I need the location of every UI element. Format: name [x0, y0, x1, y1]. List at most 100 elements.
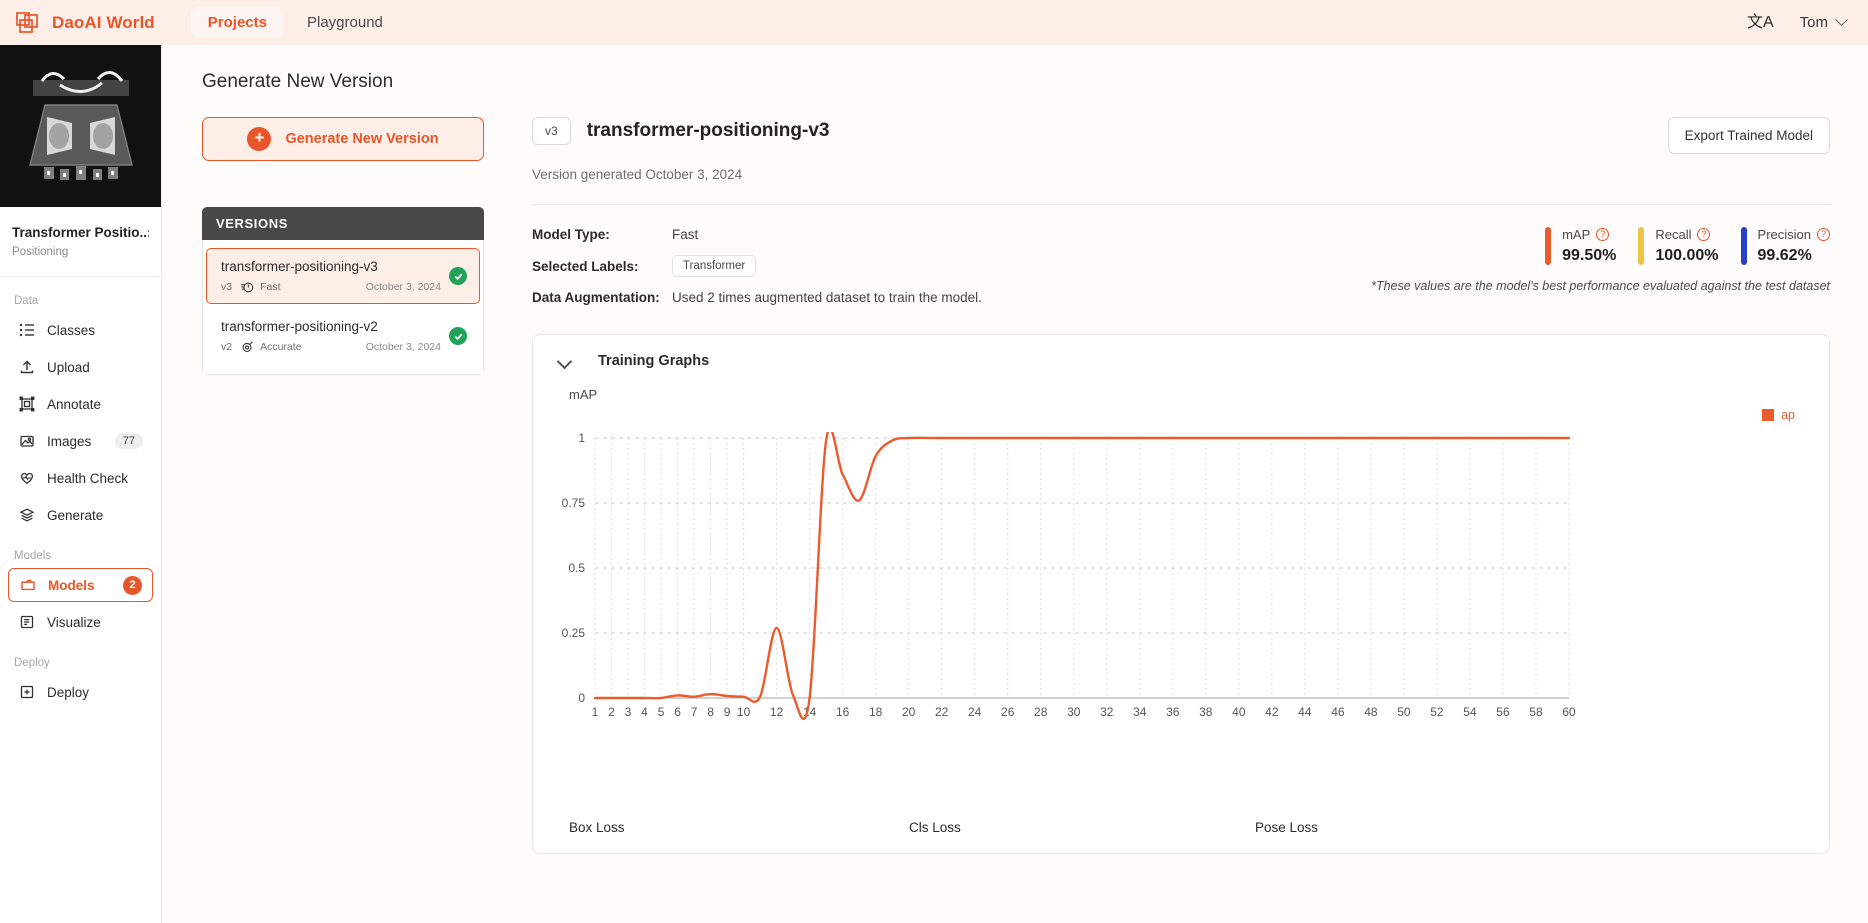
- metric-color-bar: [1740, 227, 1747, 265]
- cls-loss-label: Cls Loss: [909, 820, 961, 835]
- sidebar-item-label: Models: [48, 577, 95, 593]
- svg-text:26: 26: [1001, 705, 1015, 719]
- check-circle-icon: [449, 267, 467, 285]
- sidebar-item-label: Classes: [47, 322, 96, 338]
- svg-text:10: 10: [737, 705, 751, 719]
- box-loss-label: Box Loss: [569, 820, 625, 835]
- metric-label: Recall: [1655, 227, 1692, 242]
- info-key: Model Type:: [532, 227, 610, 242]
- help-circle-icon[interactable]: ?: [1596, 228, 1610, 241]
- brand-name: DaoAI World: [52, 12, 155, 32]
- sidebar-item-label: Generate: [47, 507, 104, 523]
- layers-icon: [18, 507, 35, 524]
- sidebar-item-label: Health Check: [47, 470, 129, 486]
- main-nav-tabs: Projects Playground: [190, 7, 400, 38]
- heart-pulse-icon: [18, 470, 35, 487]
- svg-text:60: 60: [1562, 705, 1576, 719]
- chart-y-axis-title: mAP: [569, 387, 598, 402]
- version-name: transformer-positioning-v2: [221, 319, 378, 334]
- metric-label-wrap: mAP ?: [1562, 227, 1616, 242]
- sidebar-item-classes[interactable]: Classes: [8, 313, 153, 347]
- user-menu[interactable]: Tom: [1799, 13, 1848, 31]
- sidebar-item-deploy[interactable]: Deploy: [8, 675, 153, 709]
- deploy-box-icon: [18, 684, 35, 701]
- metric-value: 100.00%: [1655, 247, 1719, 264]
- info-row-selected-labels: Selected Labels: Transformer: [532, 255, 982, 277]
- legend-swatch-ap: [1762, 409, 1775, 421]
- tab-projects[interactable]: Projects: [190, 7, 284, 38]
- project-title: Transformer Positio..:: [12, 225, 149, 240]
- metric-label: Precision: [1757, 227, 1811, 242]
- version-card-v2[interactable]: transformer-positioning-v2 v2 Accurate O…: [206, 308, 480, 364]
- legend-label-ap: ap: [1781, 408, 1795, 422]
- help-circle-icon[interactable]: ?: [1817, 228, 1830, 241]
- sidebar-item-visualize[interactable]: Visualize: [8, 605, 153, 639]
- export-trained-model-button[interactable]: Export Trained Model: [1667, 117, 1830, 154]
- panel-icon: [18, 614, 35, 631]
- sidebar-item-upload[interactable]: Upload: [8, 350, 153, 384]
- metric-color-bar: [1638, 227, 1645, 265]
- metric-value: 99.50%: [1562, 247, 1617, 264]
- help-circle-icon[interactable]: ?: [1697, 228, 1711, 241]
- speed-icon: [240, 280, 254, 294]
- selected-label-chip: Transformer: [672, 255, 757, 277]
- model-info-and-metrics: Model Type: Fast Selected Labels: Transf…: [532, 227, 1830, 318]
- info-row-model-type: Model Type: Fast: [532, 227, 982, 242]
- sidebar-item-health-check[interactable]: Health Check: [8, 461, 153, 495]
- metrics-block: mAP ? 99.50% Recall ? 100.00% Precision …: [1371, 227, 1830, 318]
- sidebar-item-models[interactable]: Models 2: [8, 568, 153, 602]
- user-name: Tom: [1799, 14, 1828, 31]
- svg-text:36: 36: [1166, 705, 1180, 719]
- brand-logo-icon: [14, 10, 40, 36]
- svg-text:56: 56: [1496, 705, 1510, 719]
- sidebar-item-label: Upload: [47, 359, 90, 375]
- generate-new-version-button[interactable]: + Generate New Version: [202, 117, 484, 161]
- versions-panel: VERSIONS transformer-positioning-v3 v3 F…: [202, 207, 484, 375]
- metric-label-wrap: Recall ?: [1655, 227, 1718, 242]
- svg-text:52: 52: [1430, 705, 1444, 719]
- sidebar-item-generate[interactable]: Generate: [8, 498, 153, 532]
- left-sidebar: Transformer Positio..: Positioning Data …: [0, 45, 162, 923]
- sidebar-item-label: Annotate: [47, 396, 102, 412]
- top-navigation-bar: DaoAI World Projects Playground 文A Tom: [0, 0, 1868, 45]
- sidebar-group-deploy: Deploy: [14, 657, 50, 669]
- info-key: Data Augmentation:: [532, 290, 660, 305]
- sidebar-item-images[interactable]: Images 77: [8, 424, 153, 458]
- project-thumbnail: [0, 45, 161, 207]
- info-key: Selected Labels:: [532, 258, 639, 274]
- training-graphs-title: Training Graphs: [598, 353, 710, 369]
- main-content-area: Generate New Version + Generate New Vers…: [162, 45, 1868, 923]
- svg-text:28: 28: [1034, 705, 1048, 719]
- metric-label-wrap: Precision ?: [1758, 227, 1830, 242]
- version-card-v3[interactable]: transformer-positioning-v3 v3 Fast Octob…: [206, 248, 480, 304]
- chevron-down-icon[interactable]: [556, 353, 573, 369]
- models-count-badge: 2: [123, 575, 142, 595]
- version-type: Fast: [260, 281, 281, 293]
- tab-playground[interactable]: Playground: [290, 7, 400, 38]
- svg-text:2: 2: [608, 705, 615, 719]
- version-name: transformer-positioning-v3: [221, 259, 378, 274]
- sidebar-item-label: Visualize: [47, 614, 101, 630]
- sidebar-item-annotate[interactable]: Annotate: [8, 387, 153, 421]
- version-tag: v2: [221, 341, 233, 353]
- svg-text:40: 40: [1232, 705, 1246, 719]
- page-title: Generate New Version: [202, 71, 394, 92]
- map-chart: ap 0 0.25 0.5 0.75 1 1 2 3 4 5 6 7 8 9 10 12 14 16 18 20 22 2…: [533, 408, 1829, 721]
- svg-text:12: 12: [770, 705, 784, 719]
- metrics-row: mAP ? 99.50% Recall ? 100.00% Precision …: [1371, 227, 1830, 265]
- translate-icon[interactable]: 文A: [1747, 14, 1774, 31]
- svg-text:8: 8: [707, 705, 714, 719]
- version-meta: v3 Fast October 3, 2024: [221, 280, 467, 294]
- metric-map: mAP ? 99.50%: [1545, 227, 1616, 265]
- svg-text:4: 4: [641, 705, 648, 719]
- model-version-chip: v3: [532, 117, 571, 145]
- svg-text:20: 20: [902, 705, 916, 719]
- folder-icon: [19, 577, 36, 594]
- annotate-icon: [18, 396, 35, 413]
- svg-text:0.25: 0.25: [562, 626, 586, 640]
- check-circle-icon: [449, 327, 467, 345]
- sidebar-group-data: Data: [14, 295, 39, 307]
- info-row-data-augmentation: Data Augmentation: Used 2 times augmente…: [532, 290, 982, 305]
- svg-text:58: 58: [1529, 705, 1543, 719]
- svg-text:24: 24: [968, 705, 982, 719]
